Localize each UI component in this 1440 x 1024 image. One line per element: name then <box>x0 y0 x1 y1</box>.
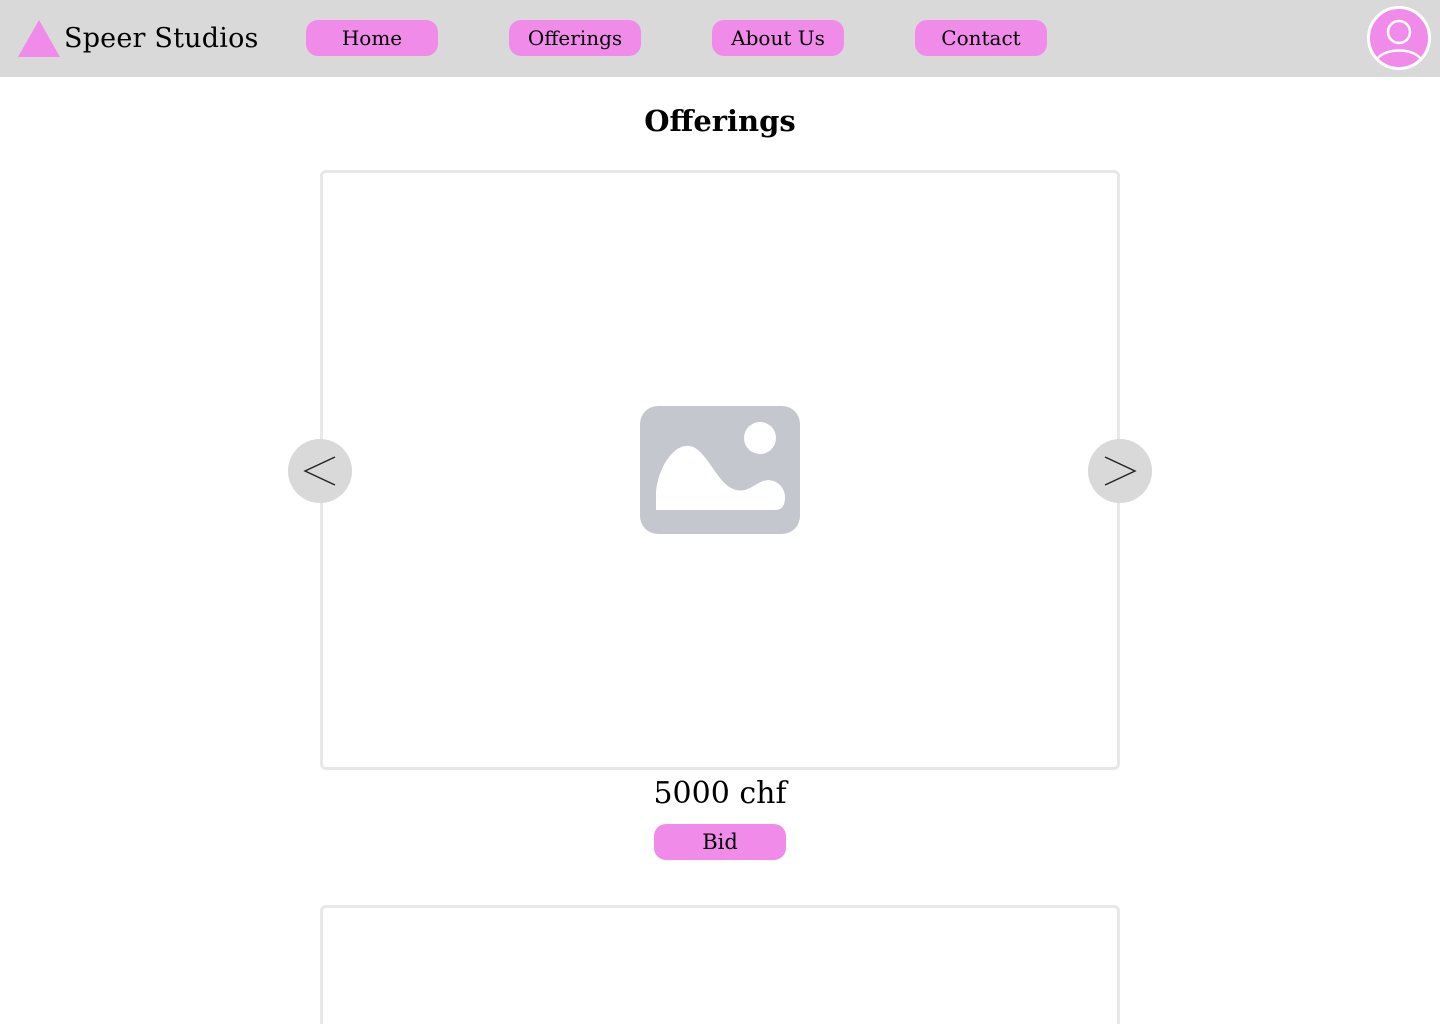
carousel-prev-button[interactable] <box>288 439 352 503</box>
chevron-right-icon <box>1104 456 1137 486</box>
chevron-left-icon <box>303 456 336 486</box>
top-navbar: Speer Studios Home Offerings About Us Co… <box>0 0 1440 77</box>
brand[interactable]: Speer Studios <box>18 18 259 58</box>
image-placeholder-icon <box>640 406 800 534</box>
bid-button[interactable]: Bid <box>654 824 786 860</box>
page-title: Offerings <box>644 104 796 138</box>
carousel-next-button[interactable] <box>1088 439 1152 503</box>
nav-home-button[interactable]: Home <box>306 20 438 56</box>
user-avatar-icon[interactable] <box>1367 6 1431 70</box>
triangle-logo-icon <box>18 19 60 57</box>
nav-offerings-button[interactable]: Offerings <box>509 20 641 56</box>
offering-price: 5000 chf <box>653 776 787 811</box>
nav-about-us-button[interactable]: About Us <box>712 20 844 56</box>
nav-contact-button[interactable]: Contact <box>915 20 1047 56</box>
brand-name: Speer Studios <box>64 22 259 54</box>
offering-card <box>320 905 1120 1024</box>
